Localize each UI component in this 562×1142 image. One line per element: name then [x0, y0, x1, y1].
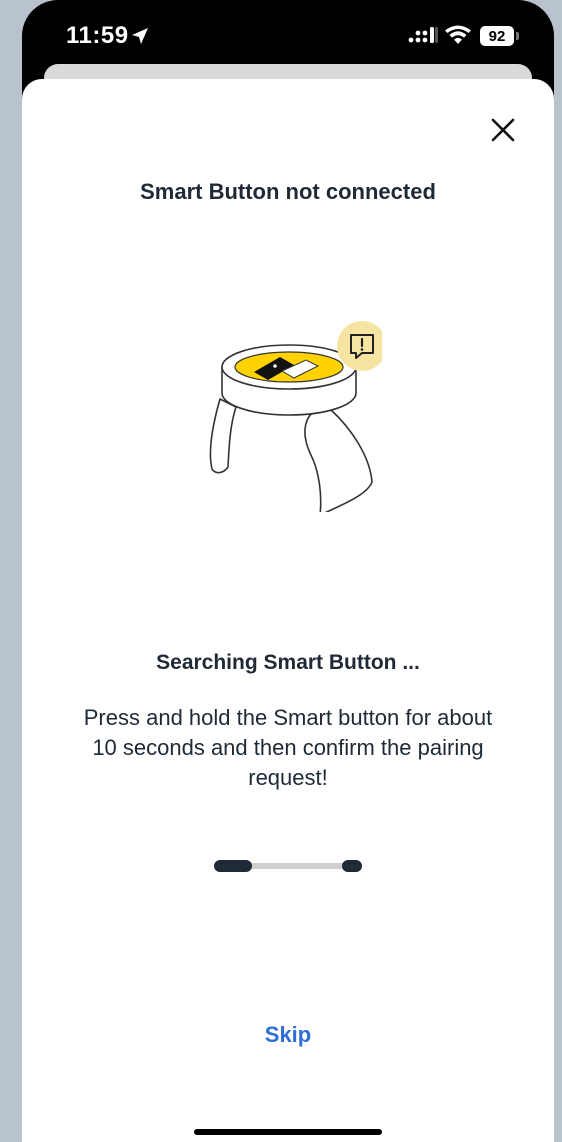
instructions-text: Press and hold the Smart button for abou…: [83, 705, 493, 790]
home-indicator: [194, 1129, 382, 1135]
close-icon[interactable]: [488, 115, 518, 145]
cellular-signal-icon: [408, 27, 438, 43]
skip-button[interactable]: Skip: [238, 1017, 338, 1053]
battery-cap: [516, 32, 519, 40]
loading-segment: [342, 860, 362, 872]
phone-frame: 11:59 92 Smart Button not connected Sear…: [22, 0, 554, 1142]
loading-indicator: [214, 860, 362, 872]
wifi-icon: [445, 25, 471, 44]
loading-segment: [214, 860, 252, 872]
page-title: Smart Button not connected: [140, 179, 436, 204]
modal-sheet: Smart Button not connected Searching Sma…: [22, 79, 554, 1142]
location-arrow-icon: [132, 28, 148, 44]
status-bar: 11:59 92: [22, 0, 554, 70]
battery-icon: 92: [480, 26, 514, 46]
searching-label: Searching Smart Button ...: [156, 651, 420, 674]
smart-button-illustration: [209, 321, 382, 512]
status-time: 11:59: [66, 22, 129, 49]
battery-level: 92: [488, 27, 506, 45]
